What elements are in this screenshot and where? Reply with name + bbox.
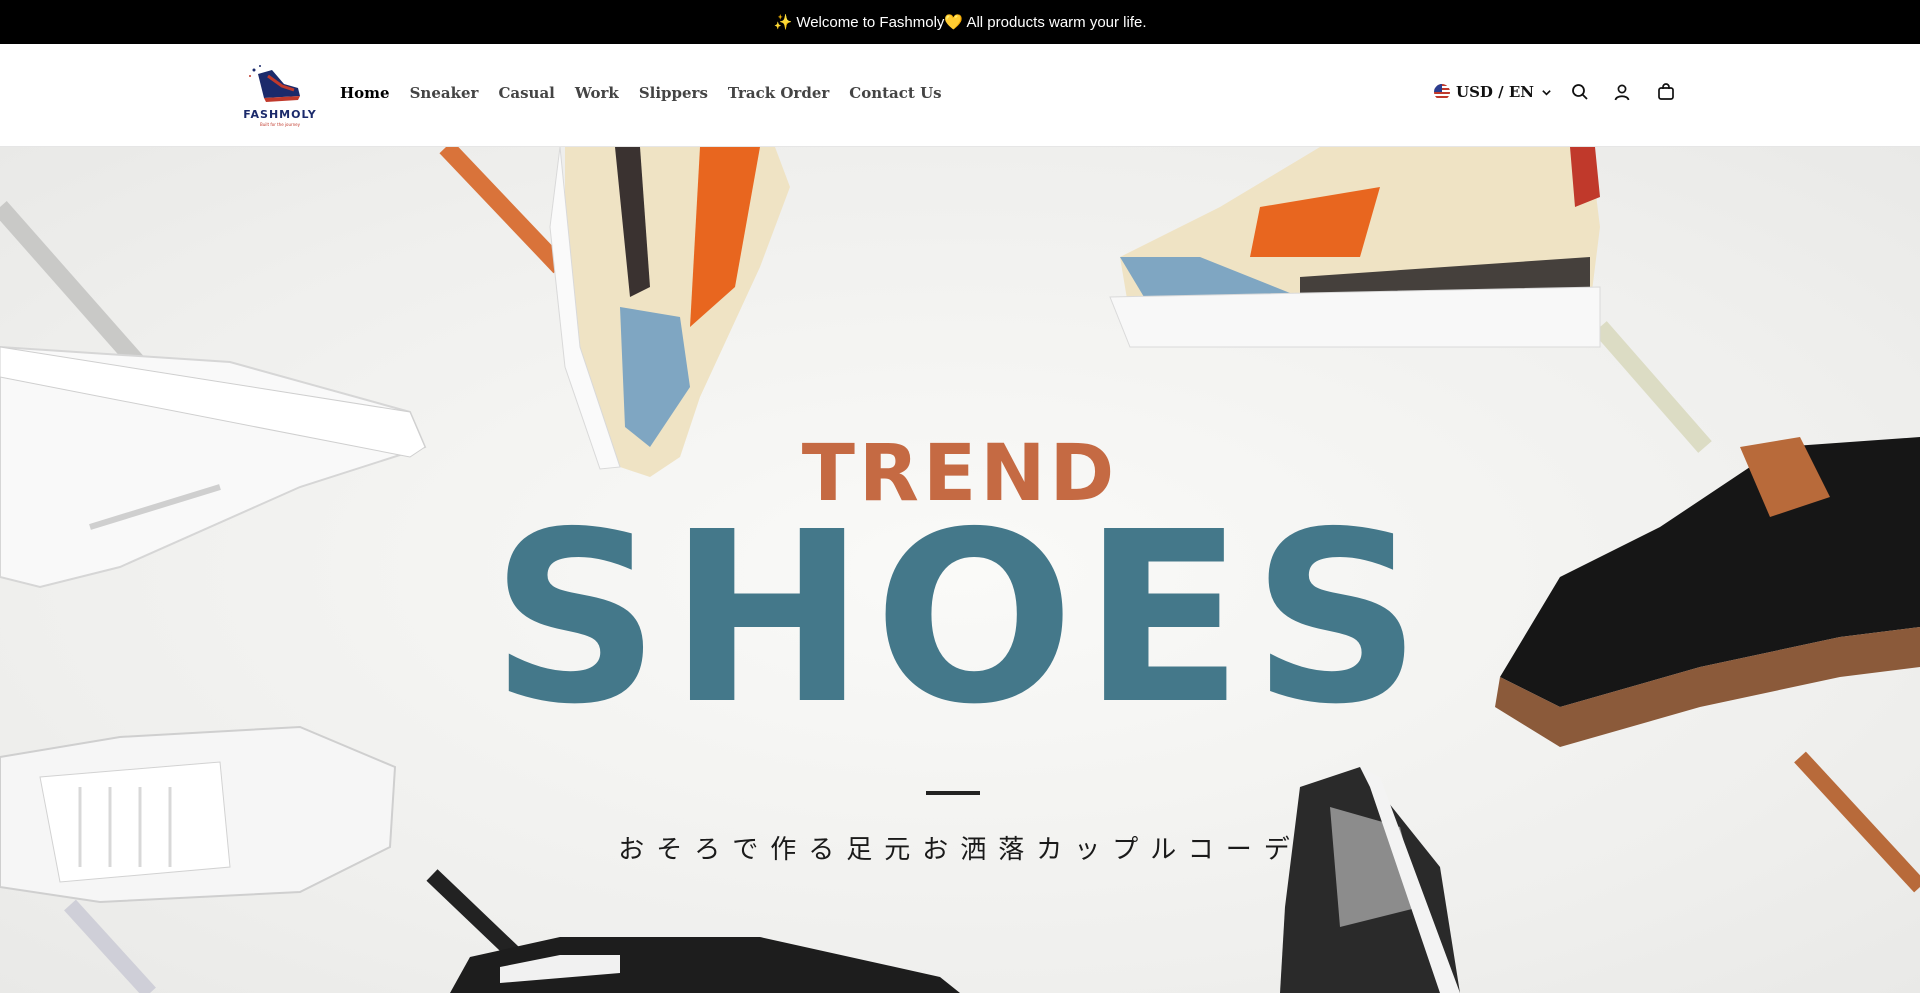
sneaker-top-right (1109, 147, 1601, 348)
announcement-bar: ✨ Welcome to Fashmoly💛 All products warm… (0, 0, 1920, 44)
nav-item-casual[interactable]: Casual (498, 84, 554, 102)
nav-item-slippers[interactable]: Slippers (639, 84, 708, 102)
us-flag-icon (1434, 84, 1450, 100)
hero-title: SHOES (490, 481, 1430, 756)
main-nav: Home Sneaker Casual Work Slippers Track … (340, 84, 942, 102)
locale-selector[interactable]: USD / EN (1434, 83, 1552, 101)
account-icon[interactable] (1610, 80, 1634, 104)
brand-name: FASHMOLY (243, 108, 317, 121)
locale-label: USD / EN (1456, 83, 1534, 101)
sneaker-bottom-left-white (0, 725, 397, 904)
chevron-down-icon (1540, 86, 1552, 98)
hero-subtitle: おそろで作る足元お洒落カップルコーデ (618, 835, 1302, 865)
brand-logo[interactable]: FASHMOLY Built for the journey (238, 62, 322, 132)
header-tools: USD / EN (1434, 80, 1678, 104)
sneaker-top-center (549, 147, 790, 477)
announcement-text: ✨ Welcome to Fashmoly💛 All products warm… (773, 14, 1147, 31)
nav-item-sneaker[interactable]: Sneaker (410, 84, 479, 102)
brand-tagline: Built for the journey (260, 122, 300, 127)
site-header: FASHMOLY Built for the journey Home Snea… (0, 44, 1920, 147)
nav-item-contact-us[interactable]: Contact Us (849, 84, 941, 102)
logo-shoe-icon (249, 65, 300, 102)
hero-divider (926, 791, 980, 795)
nav-item-track-order[interactable]: Track Order (728, 84, 829, 102)
sneaker-bottom-checker (450, 767, 1460, 993)
hero-banner[interactable]: TREND SHOES おそろで作る足元お洒落カップルコーデ (0, 147, 1920, 993)
nav-item-home[interactable]: Home (340, 84, 390, 102)
nav-item-work[interactable]: Work (575, 84, 619, 102)
cart-icon[interactable] (1654, 80, 1678, 104)
search-icon[interactable] (1568, 80, 1592, 104)
